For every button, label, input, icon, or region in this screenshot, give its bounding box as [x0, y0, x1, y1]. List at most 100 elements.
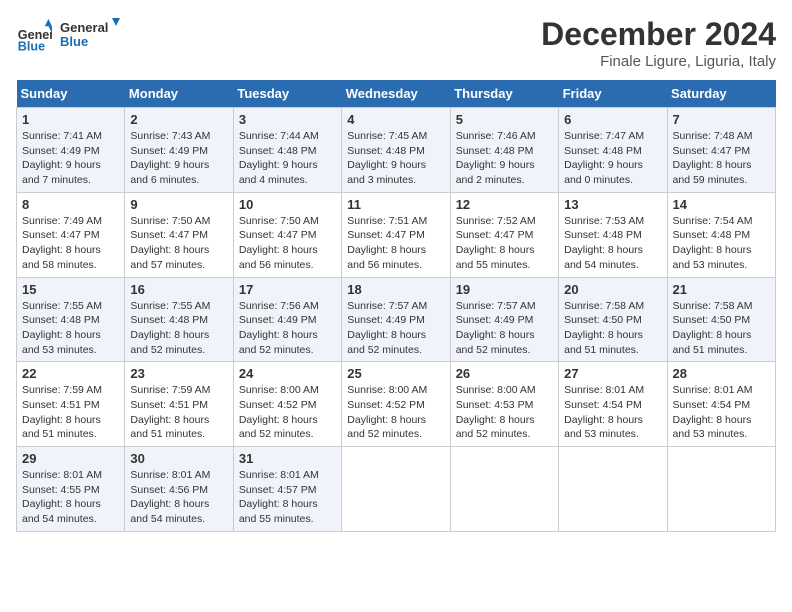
day-number: 15 — [22, 282, 119, 297]
calendar-cell-w2-d6: 21Sunrise: 7:58 AM Sunset: 4:50 PM Dayli… — [667, 277, 775, 362]
day-number: 12 — [456, 197, 553, 212]
location-subtitle: Finale Ligure, Liguria, Italy — [541, 53, 776, 70]
header-monday: Monday — [125, 80, 233, 108]
day-number: 6 — [564, 112, 661, 127]
day-number: 27 — [564, 366, 661, 381]
calendar-cell-w3-d4: 26Sunrise: 8:00 AM Sunset: 4:53 PM Dayli… — [450, 362, 558, 447]
day-info: Sunrise: 7:58 AM Sunset: 4:50 PM Dayligh… — [564, 299, 661, 358]
day-number: 30 — [130, 451, 227, 466]
calendar-cell-w3-d6: 28 Sunrise: 8:01 AM Sunset: 4:54 PM Dayli… — [667, 362, 775, 447]
day-number: 4 — [347, 112, 444, 127]
day-number: 7 — [673, 112, 770, 127]
calendar-cell-w0-d1: 2 Sunrise: 7:43 AM Sunset: 4:49 PM Daylig… — [125, 108, 233, 193]
day-info: Sunrise: 7:59 AM Sunset: 4:51 PM Dayligh… — [22, 383, 119, 442]
page-header: General Blue General Blue December 2024 … — [16, 16, 776, 70]
logo: General Blue General Blue — [16, 16, 120, 57]
title-block: December 2024 Finale Ligure, Liguria, It… — [541, 16, 776, 70]
day-number: 1 — [22, 112, 119, 127]
day-number: 9 — [130, 197, 227, 212]
day-info: Sunrise: 8:00 AM Sunset: 4:53 PM Dayligh… — [456, 383, 553, 442]
calendar-cell-w2-d4: 19Sunrise: 7:57 AM Sunset: 4:49 PM Dayli… — [450, 277, 558, 362]
calendar-week-3: 22 Sunrise: 7:59 AM Sunset: 4:51 PM Dayli… — [17, 362, 776, 447]
day-number: 22 — [22, 366, 119, 381]
day-info: Sunrise: 7:57 AM Sunset: 4:49 PM Dayligh… — [456, 299, 553, 358]
day-info: Sunrise: 7:41 AM Sunset: 4:49 PM Dayligh… — [22, 129, 119, 188]
header-sunday: Sunday — [17, 80, 125, 108]
calendar-cell-w2-d3: 18 Sunrise: 7:57 AM Sunset: 4:49 PM Dayli… — [342, 277, 450, 362]
calendar-cell-w4-d2: 31Sunrise: 8:01 AM Sunset: 4:57 PM Dayli… — [233, 447, 341, 532]
day-info: Sunrise: 7:55 AM Sunset: 4:48 PM Dayligh… — [22, 299, 119, 358]
day-info: Sunrise: 7:57 AM Sunset: 4:49 PM Dayligh… — [347, 299, 444, 358]
calendar-cell-w3-d3: 25Sunrise: 8:00 AM Sunset: 4:52 PM Dayli… — [342, 362, 450, 447]
day-info: Sunrise: 8:01 AM Sunset: 4:55 PM Dayligh… — [22, 468, 119, 527]
calendar-cell-w3-d0: 22 Sunrise: 7:59 AM Sunset: 4:51 PM Dayli… — [17, 362, 125, 447]
calendar-week-0: 1 Sunrise: 7:41 AM Sunset: 4:49 PM Daylig… — [17, 108, 776, 193]
day-info: Sunrise: 7:56 AM Sunset: 4:49 PM Dayligh… — [239, 299, 336, 358]
header-thursday: Thursday — [450, 80, 558, 108]
day-info: Sunrise: 7:59 AM Sunset: 4:51 PM Dayligh… — [130, 383, 227, 442]
logo-icon: General Blue — [16, 19, 52, 55]
calendar-cell-w0-d4: 5 Sunrise: 7:46 AM Sunset: 4:48 PM Daylig… — [450, 108, 558, 193]
day-number: 23 — [130, 366, 227, 381]
calendar-cell-w1-d6: 14 Sunrise: 7:54 AM Sunset: 4:48 PM Dayli… — [667, 192, 775, 277]
calendar-cell-w2-d1: 16 Sunrise: 7:55 AM Sunset: 4:48 PM Dayli… — [125, 277, 233, 362]
calendar-cell-w3-d1: 23 Sunrise: 7:59 AM Sunset: 4:51 PM Dayli… — [125, 362, 233, 447]
day-number: 20 — [564, 282, 661, 297]
day-info: Sunrise: 7:54 AM Sunset: 4:48 PM Dayligh… — [673, 214, 770, 273]
calendar-week-2: 15 Sunrise: 7:55 AM Sunset: 4:48 PM Dayli… — [17, 277, 776, 362]
svg-text:Blue: Blue — [60, 34, 88, 49]
day-info: Sunrise: 7:49 AM Sunset: 4:47 PM Dayligh… — [22, 214, 119, 273]
day-info: Sunrise: 7:48 AM Sunset: 4:47 PM Dayligh… — [673, 129, 770, 188]
day-info: Sunrise: 8:01 AM Sunset: 4:54 PM Dayligh… — [673, 383, 770, 442]
day-info: Sunrise: 7:43 AM Sunset: 4:49 PM Dayligh… — [130, 129, 227, 188]
calendar-cell-w0-d3: 4Sunrise: 7:45 AM Sunset: 4:48 PM Daylig… — [342, 108, 450, 193]
calendar-week-1: 8 Sunrise: 7:49 AM Sunset: 4:47 PM Daylig… — [17, 192, 776, 277]
day-info: Sunrise: 7:55 AM Sunset: 4:48 PM Dayligh… — [130, 299, 227, 358]
day-number: 25 — [347, 366, 444, 381]
month-title: December 2024 — [541, 16, 776, 53]
calendar-cell-w2-d0: 15 Sunrise: 7:55 AM Sunset: 4:48 PM Dayli… — [17, 277, 125, 362]
day-info: Sunrise: 8:01 AM Sunset: 4:57 PM Dayligh… — [239, 468, 336, 527]
day-info: Sunrise: 8:01 AM Sunset: 4:56 PM Dayligh… — [130, 468, 227, 527]
day-number: 2 — [130, 112, 227, 127]
day-number: 28 — [673, 366, 770, 381]
calendar-cell-w0-d5: 6 Sunrise: 7:47 AM Sunset: 4:48 PM Daylig… — [559, 108, 667, 193]
calendar-cell-w2-d5: 20 Sunrise: 7:58 AM Sunset: 4:50 PM Dayli… — [559, 277, 667, 362]
svg-text:General: General — [60, 20, 108, 35]
calendar-cell-w1-d3: 11 Sunrise: 7:51 AM Sunset: 4:47 PM Dayli… — [342, 192, 450, 277]
calendar-cell-w4-d4 — [450, 447, 558, 532]
calendar-cell-w0-d2: 3Sunrise: 7:44 AM Sunset: 4:48 PM Daylig… — [233, 108, 341, 193]
day-info: Sunrise: 7:51 AM Sunset: 4:47 PM Dayligh… — [347, 214, 444, 273]
day-number: 16 — [130, 282, 227, 297]
calendar-cell-w4-d6 — [667, 447, 775, 532]
day-number: 8 — [22, 197, 119, 212]
day-info: Sunrise: 8:01 AM Sunset: 4:54 PM Dayligh… — [564, 383, 661, 442]
calendar-cell-w1-d2: 10Sunrise: 7:50 AM Sunset: 4:47 PM Dayli… — [233, 192, 341, 277]
day-number: 14 — [673, 197, 770, 212]
header-friday: Friday — [559, 80, 667, 108]
day-info: Sunrise: 7:46 AM Sunset: 4:48 PM Dayligh… — [456, 129, 553, 188]
calendar-cell-w4-d1: 30 Sunrise: 8:01 AM Sunset: 4:56 PM Dayli… — [125, 447, 233, 532]
calendar-cell-w4-d0: 29Sunrise: 8:01 AM Sunset: 4:55 PM Dayli… — [17, 447, 125, 532]
day-number: 11 — [347, 197, 444, 212]
day-info: Sunrise: 7:50 AM Sunset: 4:47 PM Dayligh… — [130, 214, 227, 273]
logo-svg: General Blue — [60, 16, 120, 52]
calendar-table: Sunday Monday Tuesday Wednesday Thursday… — [16, 80, 776, 532]
day-number: 21 — [673, 282, 770, 297]
header-wednesday: Wednesday — [342, 80, 450, 108]
calendar-cell-w1-d1: 9 Sunrise: 7:50 AM Sunset: 4:47 PM Daylig… — [125, 192, 233, 277]
day-info: Sunrise: 7:47 AM Sunset: 4:48 PM Dayligh… — [564, 129, 661, 188]
calendar-cell-w0-d6: 7 Sunrise: 7:48 AM Sunset: 4:47 PM Daylig… — [667, 108, 775, 193]
calendar-cell-w4-d5 — [559, 447, 667, 532]
day-number: 13 — [564, 197, 661, 212]
calendar-cell-w2-d2: 17Sunrise: 7:56 AM Sunset: 4:49 PM Dayli… — [233, 277, 341, 362]
calendar-cell-w4-d3 — [342, 447, 450, 532]
calendar-cell-w3-d2: 24 Sunrise: 8:00 AM Sunset: 4:52 PM Dayli… — [233, 362, 341, 447]
day-number: 10 — [239, 197, 336, 212]
day-info: Sunrise: 8:00 AM Sunset: 4:52 PM Dayligh… — [239, 383, 336, 442]
day-number: 24 — [239, 366, 336, 381]
day-number: 18 — [347, 282, 444, 297]
day-number: 5 — [456, 112, 553, 127]
day-info: Sunrise: 7:53 AM Sunset: 4:48 PM Dayligh… — [564, 214, 661, 273]
header-saturday: Saturday — [667, 80, 775, 108]
